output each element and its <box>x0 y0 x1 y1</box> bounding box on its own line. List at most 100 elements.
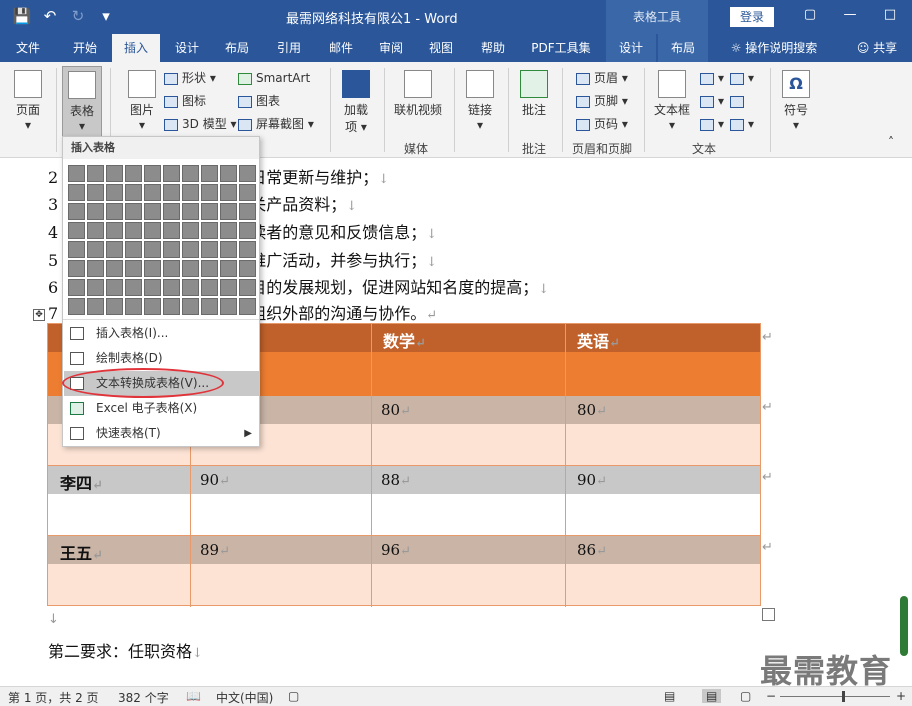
grid-cell[interactable] <box>68 222 85 239</box>
web-layout-icon[interactable]: ▢ <box>740 689 751 703</box>
grid-cell[interactable] <box>144 279 161 296</box>
zoom-slider[interactable] <box>780 696 890 697</box>
customize-qat-icon[interactable]: ▾ <box>96 6 116 26</box>
grid-cell[interactable] <box>163 222 180 239</box>
grid-cell[interactable] <box>220 165 237 182</box>
grid-cell[interactable] <box>182 165 199 182</box>
tab-help[interactable]: 帮助 <box>470 34 516 62</box>
tab-view[interactable]: 视图 <box>418 34 464 62</box>
proofing-icon[interactable]: 📖 <box>186 689 201 703</box>
grid-cell[interactable] <box>87 165 104 182</box>
language[interactable]: 中文(中国) <box>216 689 273 706</box>
grid-cell[interactable] <box>106 298 123 315</box>
signature-line-button[interactable]: ▾ <box>730 68 754 88</box>
grid-cell[interactable] <box>239 203 256 220</box>
grid-cell[interactable] <box>144 184 161 201</box>
excel-spreadsheet-menu-item[interactable]: Excel 电子表格(X) <box>64 396 260 421</box>
table-resize-handle-icon[interactable] <box>762 608 775 621</box>
tab-mailings[interactable]: 邮件 <box>318 34 364 62</box>
grid-cell[interactable] <box>220 241 237 258</box>
grid-cell[interactable] <box>201 184 218 201</box>
symbol-button[interactable]: Ω 符号 ▾ <box>778 70 814 132</box>
table-move-handle-icon[interactable]: ✥ <box>33 309 45 321</box>
grid-cell[interactable] <box>239 222 256 239</box>
read-mode-icon[interactable]: ▤ <box>664 689 675 703</box>
icons-button[interactable]: 图标 <box>164 91 206 111</box>
grid-cell[interactable] <box>182 184 199 201</box>
collapse-ribbon-icon[interactable]: ˄ <box>888 132 894 152</box>
grid-cell[interactable] <box>163 184 180 201</box>
grid-cell[interactable] <box>201 298 218 315</box>
smartart-button[interactable]: SmartArt <box>238 68 310 88</box>
zoom-out-icon[interactable]: − <box>766 689 776 703</box>
page-count[interactable]: 第 1 页，共 2 页 <box>8 689 99 706</box>
grid-cell[interactable] <box>182 203 199 220</box>
grid-cell[interactable] <box>125 279 142 296</box>
zoom-slider-thumb[interactable] <box>842 691 845 702</box>
vertical-scrollbar[interactable] <box>900 596 908 656</box>
grid-cell[interactable] <box>125 203 142 220</box>
grid-cell[interactable] <box>68 298 85 315</box>
grid-cell[interactable] <box>163 279 180 296</box>
tab-file[interactable]: 文件 <box>6 34 50 62</box>
pages-button[interactable]: 页面 ▾ <box>10 70 46 132</box>
grid-cell[interactable] <box>87 279 104 296</box>
grid-cell[interactable] <box>87 260 104 277</box>
grid-cell[interactable] <box>68 184 85 201</box>
tab-table-layout[interactable]: 布局 <box>658 34 708 62</box>
comment-button[interactable]: 批注 <box>516 70 552 118</box>
grid-cell[interactable] <box>144 241 161 258</box>
grid-cell[interactable] <box>163 298 180 315</box>
word-count[interactable]: 382 个字 <box>118 689 169 706</box>
grid-cell[interactable] <box>87 184 104 201</box>
screenshot-button[interactable]: 屏幕截图 ▾ <box>238 114 314 134</box>
grid-cell[interactable] <box>68 203 85 220</box>
grid-cell[interactable] <box>220 203 237 220</box>
grid-cell[interactable] <box>106 222 123 239</box>
grid-cell[interactable] <box>144 298 161 315</box>
grid-cell[interactable] <box>68 165 85 182</box>
grid-cell[interactable] <box>239 241 256 258</box>
grid-cell[interactable] <box>239 184 256 201</box>
grid-cell[interactable] <box>220 184 237 201</box>
grid-cell[interactable] <box>182 241 199 258</box>
grid-cell[interactable] <box>201 241 218 258</box>
grid-cell[interactable] <box>201 260 218 277</box>
grid-cell[interactable] <box>125 165 142 182</box>
grid-cell[interactable] <box>125 184 142 201</box>
dropcap-button[interactable]: ▾ <box>700 114 724 134</box>
wordart-button[interactable]: ▾ <box>700 91 724 111</box>
track-changes-icon[interactable]: ▢ <box>288 689 299 703</box>
online-video-button[interactable]: 联机视频 <box>390 70 446 118</box>
undo-icon[interactable]: ↶ <box>40 6 60 26</box>
grid-cell[interactable] <box>125 298 142 315</box>
save-icon[interactable]: 💾 <box>12 6 32 26</box>
date-time-button[interactable] <box>730 91 748 111</box>
chart-button[interactable]: 图表 <box>238 91 280 111</box>
tab-references[interactable]: 引用 <box>266 34 312 62</box>
draw-table-menu-item[interactable]: 绘制表格(D) <box>64 346 260 371</box>
quick-parts-button[interactable]: ▾ <box>700 68 724 88</box>
grid-cell[interactable] <box>144 165 161 182</box>
tab-home[interactable]: 开始 <box>60 34 110 62</box>
grid-cell[interactable] <box>239 165 256 182</box>
header-button[interactable]: 页眉 ▾ <box>576 68 628 88</box>
insert-table-menu-item[interactable]: 插入表格(I)... <box>64 321 260 346</box>
grid-cell[interactable] <box>163 241 180 258</box>
redo-icon[interactable]: ↻ <box>68 6 88 26</box>
grid-cell[interactable] <box>68 241 85 258</box>
page-number-button[interactable]: 页码 ▾ <box>576 114 628 134</box>
grid-cell[interactable] <box>87 222 104 239</box>
grid-cell[interactable] <box>220 260 237 277</box>
grid-cell[interactable] <box>144 203 161 220</box>
login-button[interactable]: 登录 <box>730 7 774 27</box>
zoom-in-icon[interactable]: + <box>896 689 906 703</box>
grid-cell[interactable] <box>201 222 218 239</box>
grid-cell[interactable] <box>68 260 85 277</box>
grid-cell[interactable] <box>201 165 218 182</box>
grid-cell[interactable] <box>125 241 142 258</box>
share-button[interactable]: ☺ 共享 <box>848 34 906 62</box>
grid-cell[interactable] <box>68 279 85 296</box>
footer-button[interactable]: 页脚 ▾ <box>576 91 628 111</box>
grid-cell[interactable] <box>106 184 123 201</box>
